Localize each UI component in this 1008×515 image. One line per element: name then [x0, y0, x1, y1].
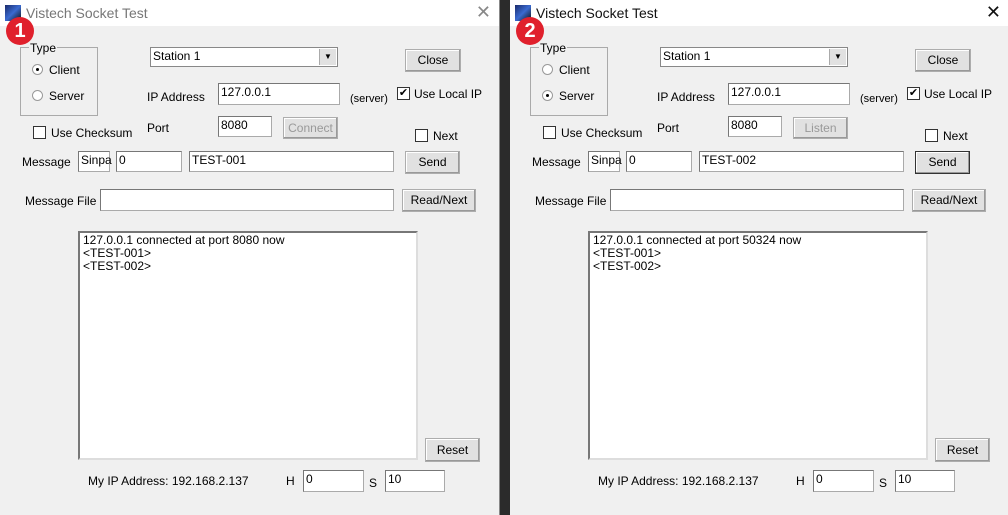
message-file-label: Message File — [25, 194, 97, 208]
s-label: S — [369, 476, 378, 490]
h-input[interactable]: 0 — [813, 470, 874, 492]
h-label: H — [796, 474, 805, 488]
connect-button[interactable]: Listen — [793, 117, 848, 139]
use-checksum-checkbox[interactable] — [543, 126, 556, 139]
s-label: S — [879, 476, 888, 490]
port-label: Port — [657, 121, 680, 135]
type-group-label: Type — [539, 41, 568, 55]
message-file-label: Message File — [535, 194, 607, 208]
use-checksum-label: Use Checksum — [51, 126, 133, 140]
port-label: Port — [147, 121, 170, 135]
ip-address-label: IP Address — [147, 90, 205, 104]
socket-test-window: Vistech Socket Test ✕ Type Client Server… — [508, 0, 1008, 515]
my-ip-address: My IP Address: 192.168.2.137 — [598, 474, 759, 488]
close-button[interactable]: Close — [915, 49, 971, 72]
client-radio-label: Client — [49, 63, 80, 77]
ip-address-label: IP Address — [657, 90, 715, 104]
client-radio-label: Client — [559, 63, 590, 77]
server-radio-label: Server — [559, 89, 595, 103]
reset-button[interactable]: Reset — [425, 438, 480, 462]
server-note: (server) — [350, 93, 388, 105]
close-button[interactable]: Close — [405, 49, 461, 72]
server-radio[interactable] — [542, 90, 553, 101]
message-number-input[interactable]: 0 — [116, 151, 182, 172]
use-checksum-label: Use Checksum — [561, 126, 643, 140]
type-group-label: Type — [29, 41, 58, 55]
port-input[interactable]: 8080 — [218, 116, 272, 137]
h-label: H — [286, 474, 295, 488]
client-radio[interactable] — [542, 64, 553, 75]
step-badge: 2 — [516, 17, 544, 45]
station-value: Station 1 — [663, 49, 711, 63]
connect-button[interactable]: Connect — [283, 117, 338, 139]
next-checkbox[interactable] — [925, 129, 938, 142]
server-note: (server) — [860, 93, 898, 105]
server-radio[interactable] — [32, 90, 43, 101]
chevron-down-icon[interactable]: ▼ — [319, 49, 336, 65]
use-local-ip-checkbox[interactable]: ✔ — [907, 87, 920, 100]
use-local-ip-label: Use Local IP — [924, 87, 993, 101]
message-number-input[interactable]: 0 — [626, 151, 692, 172]
station-value: Station 1 — [153, 49, 201, 63]
read-next-button[interactable]: Read/Next — [912, 189, 986, 212]
type-group — [20, 47, 98, 116]
server-radio-label: Server — [49, 89, 85, 103]
port-input[interactable]: 8080 — [728, 116, 782, 137]
message-text-input[interactable]: TEST-001 — [189, 151, 394, 172]
close-window-icon[interactable]: ✕ — [476, 2, 491, 23]
station-select[interactable]: Station 1 ▼ — [660, 47, 848, 67]
message-log[interactable]: 127.0.0.1 connected at port 8080 now <TE… — [78, 231, 418, 460]
title-bar: Vistech Socket Test ✕ — [0, 0, 499, 26]
station-select[interactable]: Station 1 ▼ — [150, 47, 338, 67]
message-text-input[interactable]: TEST-002 — [699, 151, 904, 172]
h-input[interactable]: 0 — [303, 470, 364, 492]
type-group — [530, 47, 608, 116]
use-local-ip-checkbox[interactable]: ✔ — [397, 87, 410, 100]
client-radio[interactable] — [32, 64, 43, 75]
ip-address-input[interactable]: 127.0.0.1 — [728, 83, 850, 105]
log-line: <TEST-002> — [83, 259, 152, 273]
message-file-input[interactable] — [610, 189, 904, 211]
window-title: Vistech Socket Test — [26, 5, 148, 21]
message-prefix-input[interactable]: Sinpa — [588, 151, 622, 172]
read-next-button[interactable]: Read/Next — [402, 189, 476, 212]
use-local-ip-label: Use Local IP — [414, 87, 483, 101]
window-title: Vistech Socket Test — [536, 5, 658, 21]
message-file-input[interactable] — [100, 189, 394, 211]
s-input[interactable]: 10 — [385, 470, 445, 492]
socket-test-window: Vistech Socket Test ✕ Type Client Server… — [0, 0, 500, 515]
send-button[interactable]: Send — [915, 151, 970, 174]
use-checksum-checkbox[interactable] — [33, 126, 46, 139]
chevron-down-icon[interactable]: ▼ — [829, 49, 846, 65]
title-bar: Vistech Socket Test ✕ — [510, 0, 1008, 26]
step-badge: 1 — [6, 17, 34, 45]
message-label: Message — [22, 155, 71, 169]
log-line: <TEST-002> — [593, 259, 662, 273]
reset-button[interactable]: Reset — [935, 438, 990, 462]
my-ip-address: My IP Address: 192.168.2.137 — [88, 474, 249, 488]
ip-address-input[interactable]: 127.0.0.1 — [218, 83, 340, 105]
message-log[interactable]: 127.0.0.1 connected at port 50324 now <T… — [588, 231, 928, 460]
close-window-icon[interactable]: ✕ — [986, 2, 1001, 23]
send-button[interactable]: Send — [405, 151, 460, 174]
message-prefix-input[interactable]: Sinpa — [78, 151, 112, 172]
next-checkbox[interactable] — [415, 129, 428, 142]
message-label: Message — [532, 155, 581, 169]
next-label: Next — [433, 129, 458, 143]
next-label: Next — [943, 129, 968, 143]
s-input[interactable]: 10 — [895, 470, 955, 492]
